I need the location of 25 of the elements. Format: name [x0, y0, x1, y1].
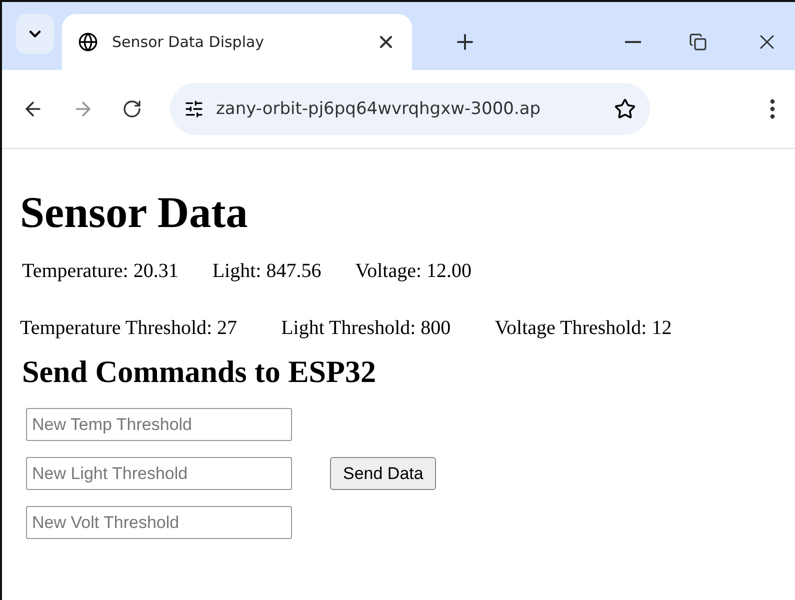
threshold-input[interactable]: New Light Threshold: [26, 457, 292, 490]
threshold-input[interactable]: New Temp Threshold: [26, 408, 292, 441]
browser-tab[interactable]: Sensor Data Display: [62, 14, 412, 70]
threshold-value: Light Threshold: 800: [281, 317, 451, 340]
section-heading: Send Commands to ESP32: [22, 354, 377, 390]
send-data-button[interactable]: Send Data: [330, 457, 436, 490]
page-heading: Sensor Data: [20, 187, 249, 238]
reload-button[interactable]: [122, 99, 142, 119]
url-text: zany-orbit-pj6pq64wvrqhgxw-3000.ap: [216, 99, 542, 119]
bookmark-star-icon: [614, 98, 636, 120]
sensor-reading: Temperature: 20.31: [22, 260, 178, 283]
threshold-input[interactable]: New Volt Threshold: [26, 506, 292, 539]
sensor-reading: Voltage: 12.00: [355, 260, 472, 283]
restore-button[interactable]: [689, 33, 707, 51]
site-settings-icon: [184, 99, 204, 119]
address-bar[interactable]: zany-orbit-pj6pq64wvrqhgxw-3000.ap: [170, 83, 650, 135]
globe-icon: [78, 32, 98, 52]
minimize-icon: [625, 41, 641, 43]
threshold-value: Temperature Threshold: 27: [20, 317, 238, 340]
menu-icon: [770, 99, 775, 119]
tab-title: Sensor Data Display: [112, 33, 266, 51]
threshold-value: Voltage Threshold: 12: [494, 317, 672, 340]
tab-search-button[interactable]: [16, 14, 54, 54]
menu-button[interactable]: [770, 99, 775, 119]
sensor-reading: Light: 847.56: [212, 260, 322, 283]
